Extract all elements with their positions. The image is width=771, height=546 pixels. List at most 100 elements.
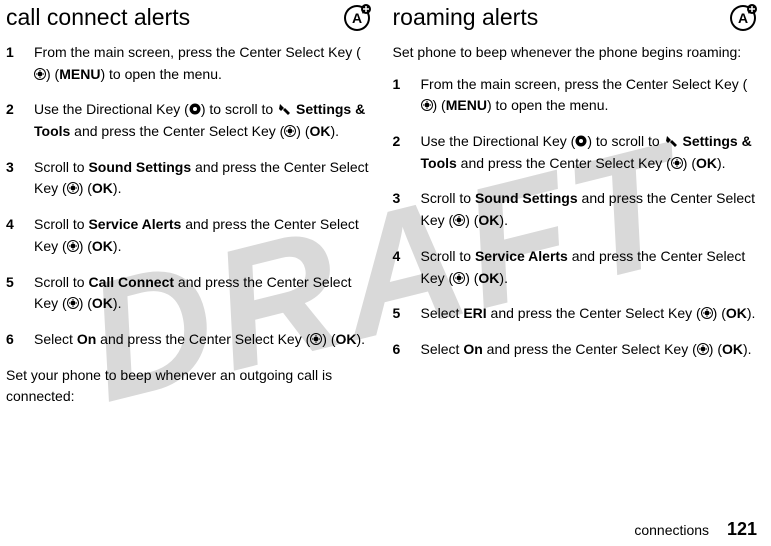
- text-run: ).: [113, 295, 122, 311]
- step-text: Use the Directional Key () to scroll to …: [34, 99, 371, 142]
- text-run: ).: [499, 212, 508, 228]
- list-item: 1 From the main screen, press the Center…: [393, 74, 758, 117]
- bold-label: OK: [478, 270, 499, 286]
- center-key-icon: [67, 179, 79, 191]
- text-run: ) (: [433, 97, 446, 113]
- left-title: call connect alerts: [6, 4, 190, 31]
- bold-label: MENU: [446, 97, 487, 113]
- center-key-icon: [671, 154, 683, 166]
- step-number: 3: [393, 188, 409, 231]
- center-key-icon: [453, 211, 465, 223]
- text-run: ).: [356, 331, 365, 347]
- bold-label: MENU: [59, 66, 100, 82]
- text-run: Use the Directional Key (: [34, 101, 189, 117]
- bold-label: Sound Settings: [88, 159, 191, 175]
- svg-text:A: A: [351, 10, 361, 26]
- bold-label: OK: [92, 180, 113, 196]
- list-item: 2 Use the Directional Key ( ) to scroll t…: [6, 99, 371, 142]
- right-title: roaming alerts: [393, 4, 539, 31]
- center-key-icon: [697, 340, 709, 352]
- left-steps: 1 From the main screen, press the Center…: [6, 42, 371, 351]
- right-header: roaming alerts A": [393, 4, 758, 32]
- text-run: ) to open the menu.: [100, 66, 221, 82]
- center-key-icon: [67, 237, 79, 249]
- text-run: Scroll to: [421, 248, 475, 264]
- center-key-icon: [67, 294, 79, 306]
- step-number: 6: [393, 339, 409, 361]
- text-run: ) (: [46, 66, 59, 82]
- text-run: ).: [499, 270, 508, 286]
- bold-label: Service Alerts: [475, 248, 568, 264]
- directional-key-icon: [189, 100, 201, 112]
- step-text: Scroll to Service Alerts and press the C…: [34, 214, 371, 257]
- step-number: 2: [393, 131, 409, 174]
- text-run: ).: [113, 180, 122, 196]
- text-run: and press the Center Select Key (: [70, 123, 284, 139]
- text-run: Scroll to: [34, 274, 88, 290]
- page-content: call connect alerts A" 1 From the main s…: [0, 0, 771, 418]
- text-run: ).: [717, 155, 726, 171]
- left-header: call connect alerts A": [6, 4, 371, 32]
- step-number: 4: [393, 246, 409, 289]
- bold-label: OK: [335, 331, 356, 347]
- bold-label: Sound Settings: [475, 190, 578, 206]
- center-key-icon: [310, 330, 322, 342]
- center-key-icon: [453, 269, 465, 281]
- step-text: Scroll to Call Connect and press the Cen…: [34, 272, 371, 315]
- list-item: 5 Scroll to Call Connect and press the C…: [6, 272, 371, 315]
- step-number: 6: [6, 329, 22, 351]
- step-number: 1: [6, 42, 22, 85]
- left-intro: Set your phone to beep whenever an outgo…: [6, 365, 371, 408]
- text-run: and press the Center Select Key (: [457, 155, 671, 171]
- text-run: ).: [113, 238, 122, 254]
- text-run: ).: [743, 341, 752, 357]
- step-number: 5: [393, 303, 409, 325]
- settings-tools-icon: [277, 101, 292, 115]
- bold-label: OK: [478, 212, 499, 228]
- center-key-icon: [34, 65, 46, 77]
- text-run: and press the Center Select Key (: [487, 305, 701, 321]
- step-text: Scroll to Sound Settings and press the C…: [34, 157, 371, 200]
- text-run: Scroll to: [34, 159, 88, 175]
- left-column: call connect alerts A" 1 From the main s…: [6, 4, 371, 418]
- step-number: 3: [6, 157, 22, 200]
- list-item: 1 From the main screen, press the Center…: [6, 42, 371, 85]
- text-run: ) to open the menu.: [487, 97, 608, 113]
- page-number: 121: [727, 519, 757, 539]
- step-text: Scroll to Service Alerts and press the C…: [421, 246, 758, 289]
- right-intro: Set phone to beep whenever the phone beg…: [393, 42, 758, 64]
- right-steps: 1 From the main screen, press the Center…: [393, 74, 758, 361]
- list-item: 3 Scroll to Sound Settings and press the…: [6, 157, 371, 200]
- step-text: Select ERI and press the Center Select K…: [421, 303, 758, 325]
- bold-label: ERI: [463, 305, 486, 321]
- step-text: Select On and press the Center Select Ke…: [34, 329, 371, 351]
- center-key-icon: [284, 122, 296, 134]
- step-number: 5: [6, 272, 22, 315]
- text-run: From the main screen, press the Center S…: [421, 76, 748, 92]
- bold-label: OK: [310, 123, 331, 139]
- step-text: Use the Directional Key () to scroll to …: [421, 131, 758, 174]
- list-item: 5 Select ERI and press the Center Select…: [393, 303, 758, 325]
- step-text: Scroll to Sound Settings and press the C…: [421, 188, 758, 231]
- directional-key-icon: [575, 132, 587, 144]
- text-run: Select: [421, 341, 464, 357]
- text-run: Scroll to: [421, 190, 475, 206]
- step-number: 2: [6, 99, 22, 142]
- section-label: connections: [634, 522, 709, 538]
- list-item: 3 Scroll to Sound Settings and press the…: [393, 188, 758, 231]
- text-run: From the main screen, press the Center S…: [34, 44, 361, 60]
- text-run: ) to scroll to: [587, 133, 663, 149]
- text-run: Select: [34, 331, 77, 347]
- page-footer: connections 121: [634, 519, 757, 540]
- text-run: ) to scroll to: [201, 101, 277, 117]
- bold-label: OK: [696, 155, 717, 171]
- text-run: ).: [747, 305, 756, 321]
- bold-label: Service Alerts: [88, 216, 181, 232]
- bold-label: OK: [726, 305, 747, 321]
- text-run: Use the Directional Key (: [421, 133, 576, 149]
- bold-label: OK: [92, 238, 113, 254]
- center-key-icon: [701, 304, 713, 316]
- list-item: 2 Use the Directional Key ( ) to scroll t…: [393, 131, 758, 174]
- feature-badge-icon: A": [729, 4, 757, 32]
- bold-label: Call Connect: [88, 274, 174, 290]
